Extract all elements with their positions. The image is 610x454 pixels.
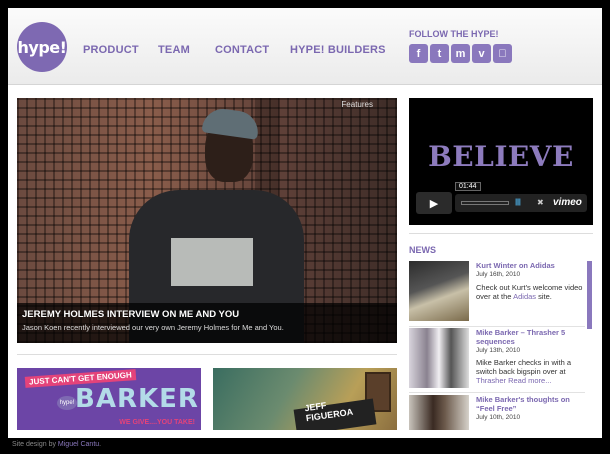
nav-team[interactable]: TEAM	[158, 44, 190, 56]
footer-suffix: .	[99, 441, 102, 448]
footer-text: Site design by	[12, 441, 58, 448]
jeff-figueroa-banner[interactable]: JEFF FIGUEROA	[213, 368, 397, 430]
nav-contact[interactable]: CONTACT	[215, 44, 269, 56]
barker-banner[interactable]: JUST CAN'T GET ENOUGH hype! BARKER WE GI…	[17, 368, 201, 430]
twitter-icon[interactable]: t	[430, 44, 449, 63]
news-divider	[409, 392, 585, 393]
barker-banner-badge: hype!	[57, 396, 77, 410]
vimeo-logo[interactable]: vimeo	[553, 197, 582, 208]
news-item: Mike Barker's thoughts on “Feel Free” Ju…	[409, 395, 585, 430]
video-time: 01:44	[455, 182, 481, 191]
video-progress-bar[interactable]	[461, 201, 509, 205]
footer-credit: Site design by Miguel Cantu.	[12, 441, 101, 448]
news-date: July 13th, 2010	[476, 347, 521, 354]
volume-icon[interactable]: ||||||	[515, 199, 521, 206]
news-divider	[409, 326, 585, 327]
news-scrollbar[interactable]	[587, 261, 592, 329]
fullscreen-icon[interactable]: ✖	[537, 198, 544, 207]
news-link[interactable]: Thrasher Read more...	[476, 376, 551, 385]
page: hype! PRODUCT TEAM CONTACT HYPE! BUILDER…	[8, 8, 602, 438]
feature-subtitle: Jason Koen recently interviewed our very…	[22, 323, 284, 332]
news-item: Kurt Winter on Adidas July 16th, 2010 Ch…	[409, 261, 585, 321]
news-item: Mike Barker – Thrasher 5 sequences July …	[409, 328, 585, 388]
news-heading: NEWS	[409, 245, 436, 255]
nav-product[interactable]: PRODUCT	[83, 44, 139, 56]
news-link[interactable]: Adidas	[513, 292, 536, 301]
barker-banner-slogan: WE GIVE....YOU TAKE!	[119, 419, 195, 426]
divider	[409, 233, 593, 234]
news-body: Mike Barker checks in with a switch back…	[476, 358, 572, 376]
facebook-icon[interactable]: f	[409, 44, 428, 63]
barker-banner-name: BARKER	[75, 384, 199, 414]
nav-hype-builders[interactable]: HYPE! BUILDERS	[290, 44, 386, 56]
news-thumbnail[interactable]	[409, 261, 469, 321]
designer-link[interactable]: Miguel Cantu	[58, 441, 99, 448]
play-icon: ▶	[429, 197, 439, 210]
news-title[interactable]: Kurt Winter on Adidas	[476, 261, 584, 270]
news-thumbnail[interactable]	[409, 395, 469, 430]
video-control-bar: |||||| ✖ vimeo	[455, 194, 587, 212]
hype-logo[interactable]: hype!	[17, 22, 67, 72]
play-button[interactable]: ▶	[416, 192, 452, 214]
news-text: Check out Kurt's welcome video over at t…	[476, 283, 584, 301]
news-date: July 10th, 2010	[476, 414, 521, 421]
feature-category-label: Features	[341, 100, 373, 109]
news-thumbnail[interactable]	[409, 328, 469, 388]
feature-caption: JEREMY HOLMES INTERVIEW ON ME AND YOU Ja…	[17, 303, 397, 343]
feature-slide[interactable]: Features JEREMY HOLMES INTERVIEW ON ME A…	[17, 98, 397, 343]
divider	[17, 354, 397, 355]
video-player[interactable]: BELIEVE 01:44 ▶ |||||| ✖ vimeo	[409, 98, 593, 225]
apple-icon[interactable]: 	[493, 44, 512, 63]
news-title[interactable]: Mike Barker – Thrasher 5 sequences	[476, 328, 584, 346]
news-title[interactable]: Mike Barker's thoughts on “Feel Free”	[476, 395, 584, 413]
news-body-suffix: site.	[536, 292, 552, 301]
site-header: hype! PRODUCT TEAM CONTACT HYPE! BUILDER…	[8, 8, 602, 85]
video-title-text: BELIEVE	[428, 140, 574, 173]
vimeo-icon[interactable]: v	[472, 44, 491, 63]
news-text: Mike Barker checks in with a switch back…	[476, 358, 584, 385]
follow-label: FOLLOW THE HYPE!	[409, 29, 499, 39]
shirt-print	[171, 238, 253, 286]
news-date: July 16th, 2010	[476, 271, 521, 278]
feature-title[interactable]: JEREMY HOLMES INTERVIEW ON ME AND YOU	[22, 309, 392, 320]
myspace-icon[interactable]: m	[451, 44, 470, 63]
